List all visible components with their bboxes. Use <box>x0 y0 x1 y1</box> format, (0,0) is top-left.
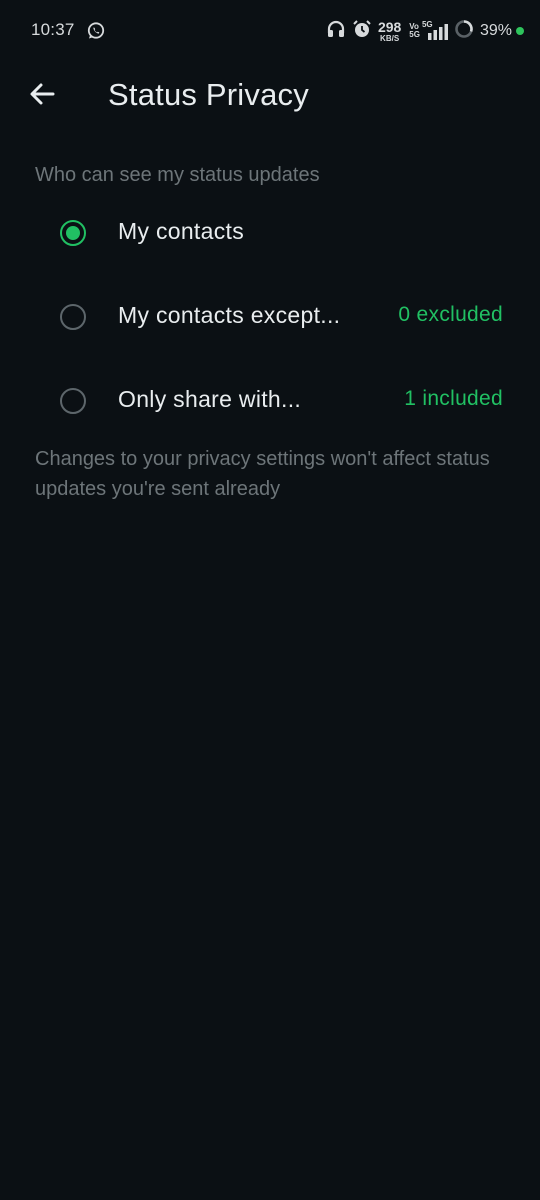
radio-unchecked-icon[interactable] <box>60 388 86 414</box>
whatsapp-icon <box>86 21 106 41</box>
radio-checked-icon[interactable] <box>60 220 86 246</box>
network-speed: 298 KB/S <box>378 20 401 43</box>
option-my-contacts[interactable]: My contacts <box>0 198 540 274</box>
alarm-icon <box>352 19 372 44</box>
excluded-count: 0 excluded <box>398 303 503 326</box>
signal-icon: 5G <box>422 20 448 41</box>
app-bar: Status Privacy <box>0 62 540 132</box>
charging-dot-icon <box>516 27 524 35</box>
option-label: My contacts <box>118 218 245 244</box>
vo-bottom: 5G <box>409 30 420 39</box>
volte-indicator: Vo 5G <box>409 23 420 39</box>
status-time: 10:37 <box>31 20 75 39</box>
option-label: My contacts except... <box>118 302 341 328</box>
speed-value: 298 <box>377 18 402 35</box>
network-type: 5G <box>421 20 433 29</box>
section-label: Who can see my status updates <box>35 164 320 186</box>
privacy-footnote: Changes to your privacy settings won't a… <box>35 448 490 500</box>
battery-ring-icon <box>454 19 474 44</box>
option-my-contacts-except[interactable]: My contacts except... 0 excluded <box>0 282 540 358</box>
back-button[interactable] <box>22 76 62 116</box>
speed-unit: KB/S <box>380 33 400 43</box>
headphones-icon <box>326 19 346 44</box>
option-label: Only share with... <box>118 386 302 412</box>
included-count: 1 included <box>404 387 503 410</box>
option-only-share-with[interactable]: Only share with... 1 included <box>0 366 540 442</box>
page-title: Status Privacy <box>108 77 309 112</box>
arrow-left-icon <box>27 79 57 114</box>
status-bar: 10:37 298 KB/S Vo 5G 5G 39% <box>0 0 540 62</box>
radio-unchecked-icon[interactable] <box>60 304 86 330</box>
battery-percent: 39% <box>479 22 512 39</box>
status-icons: 298 KB/S Vo 5G 5G 39% <box>326 18 524 44</box>
